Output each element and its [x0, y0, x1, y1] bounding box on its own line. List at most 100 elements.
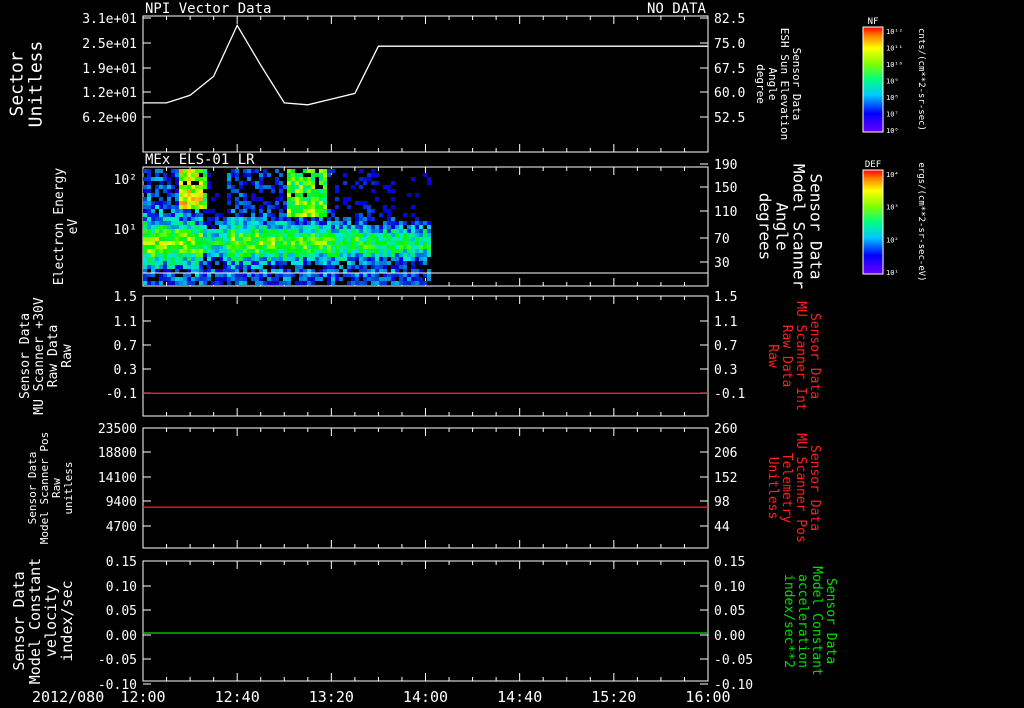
- spectrogram-cell: [371, 209, 375, 213]
- spectrogram-cell: [411, 177, 415, 181]
- spectrogram-cell: [303, 261, 307, 265]
- spectrogram-cell: [183, 173, 187, 177]
- spectrogram-cell: [199, 265, 203, 269]
- spectrogram-cell: [375, 249, 379, 253]
- spectrogram-cell: [271, 217, 275, 221]
- spectrogram-cell: [159, 277, 163, 281]
- spectrogram-cell: [151, 217, 155, 221]
- spectrogram-cell: [147, 261, 151, 265]
- spectrogram-cell: [403, 213, 407, 217]
- spectrogram-cell: [363, 245, 367, 249]
- spectrogram-cell: [159, 233, 163, 237]
- spectrogram-cell: [407, 277, 411, 281]
- spectrogram-cell: [391, 249, 395, 253]
- spectrogram-cell: [227, 273, 231, 277]
- spectrogram-cell: [291, 257, 295, 261]
- spectrogram-cell: [307, 189, 311, 193]
- spectrogram-cell: [379, 265, 383, 269]
- spectrogram-cell: [203, 281, 207, 285]
- spectrogram-cell: [315, 205, 319, 209]
- spectrogram-cell: [163, 177, 167, 181]
- spectrogram-cell: [303, 269, 307, 273]
- spectrogram-cell: [311, 273, 315, 277]
- spectrogram-cell: [411, 281, 415, 285]
- spectrogram-cell: [355, 213, 359, 217]
- left-axis-label: eV: [66, 219, 81, 235]
- spectrogram-cell: [319, 169, 323, 173]
- spectrogram-cell: [175, 173, 179, 177]
- spectrogram-cell: [295, 261, 299, 265]
- spectrogram-cell: [203, 269, 207, 273]
- right-tick-label: 60.0: [714, 86, 745, 101]
- spectrogram-cell: [371, 225, 375, 229]
- spectrogram-cell: [343, 197, 347, 201]
- spectrogram-cell: [195, 193, 199, 197]
- spectrogram-cell: [351, 273, 355, 277]
- spectrogram-cell: [163, 277, 167, 281]
- spectrogram-cell: [291, 169, 295, 173]
- right-axis-label: acceleration: [795, 574, 810, 668]
- spectrogram-cell: [179, 277, 183, 281]
- spectrogram-cell: [243, 273, 247, 277]
- spectrogram-cell: [423, 261, 427, 265]
- spectrogram-cell: [243, 181, 247, 185]
- spectrogram-cell: [347, 261, 351, 265]
- spectrogram-cell: [243, 173, 247, 177]
- right-tick-label: -0.1: [714, 387, 745, 402]
- spectrogram-cell: [155, 213, 159, 217]
- spectrogram-cell: [199, 185, 203, 189]
- spectrogram-cell: [203, 229, 207, 233]
- spectrogram-cell: [271, 205, 275, 209]
- spectrogram-cell: [339, 265, 343, 269]
- spectrogram-cell: [251, 249, 255, 253]
- spectrogram-cell: [355, 221, 359, 225]
- spectrogram-cell: [307, 253, 311, 257]
- spectrogram-cell: [335, 257, 339, 261]
- spectrogram-cell: [259, 197, 263, 201]
- spectrogram-cell: [231, 253, 235, 257]
- spectrogram-cell: [311, 277, 315, 281]
- spectrogram-cell: [383, 281, 387, 285]
- spectrogram-cell: [215, 249, 219, 253]
- spectrogram-cell: [411, 229, 415, 233]
- spectrogram-cell: [215, 253, 219, 257]
- spectrogram-cell: [291, 273, 295, 277]
- spectrogram-cell: [195, 245, 199, 249]
- spectrogram-cell: [275, 197, 279, 201]
- spectrogram-cell: [147, 173, 151, 177]
- spectrogram-cell: [259, 217, 263, 221]
- spectrogram-cell: [239, 241, 243, 245]
- spectrogram-cell: [359, 273, 363, 277]
- spectrogram-cell: [287, 193, 291, 197]
- spectrogram-cell: [263, 217, 267, 221]
- spectrogram-cell: [227, 185, 231, 189]
- spectrogram-cell: [423, 241, 427, 245]
- right-tick-label: 0.3: [714, 363, 737, 378]
- spectrogram-cell: [207, 233, 211, 237]
- spectrogram-cell: [251, 277, 255, 281]
- spectrogram-cell: [159, 197, 163, 201]
- spectrogram-cell: [403, 229, 407, 233]
- spectrogram-cell: [343, 229, 347, 233]
- spectrogram-cell: [179, 197, 183, 201]
- spectrogram-cell: [311, 201, 315, 205]
- x-tick-label: 15:20: [591, 688, 636, 706]
- spectrogram-cell: [251, 241, 255, 245]
- spectrogram-cell: [307, 261, 311, 265]
- spectrogram-cell: [295, 185, 299, 189]
- spectrogram-cell: [227, 217, 231, 221]
- spectrogram-cell: [295, 233, 299, 237]
- spectrogram-cell: [239, 229, 243, 233]
- spectrogram-cell: [331, 237, 335, 241]
- spectrogram-cell: [287, 233, 291, 237]
- spectrogram-cell: [195, 253, 199, 257]
- spectrogram-cell: [307, 273, 311, 277]
- spectrogram-cell: [291, 173, 295, 177]
- spectrogram-cell: [311, 249, 315, 253]
- spectrogram-cell: [307, 177, 311, 181]
- spectrogram-cell: [379, 281, 383, 285]
- spectrogram-cell: [351, 265, 355, 269]
- spectrogram-cell: [207, 245, 211, 249]
- spectrogram-cell: [363, 233, 367, 237]
- spectrogram-cell: [415, 221, 419, 225]
